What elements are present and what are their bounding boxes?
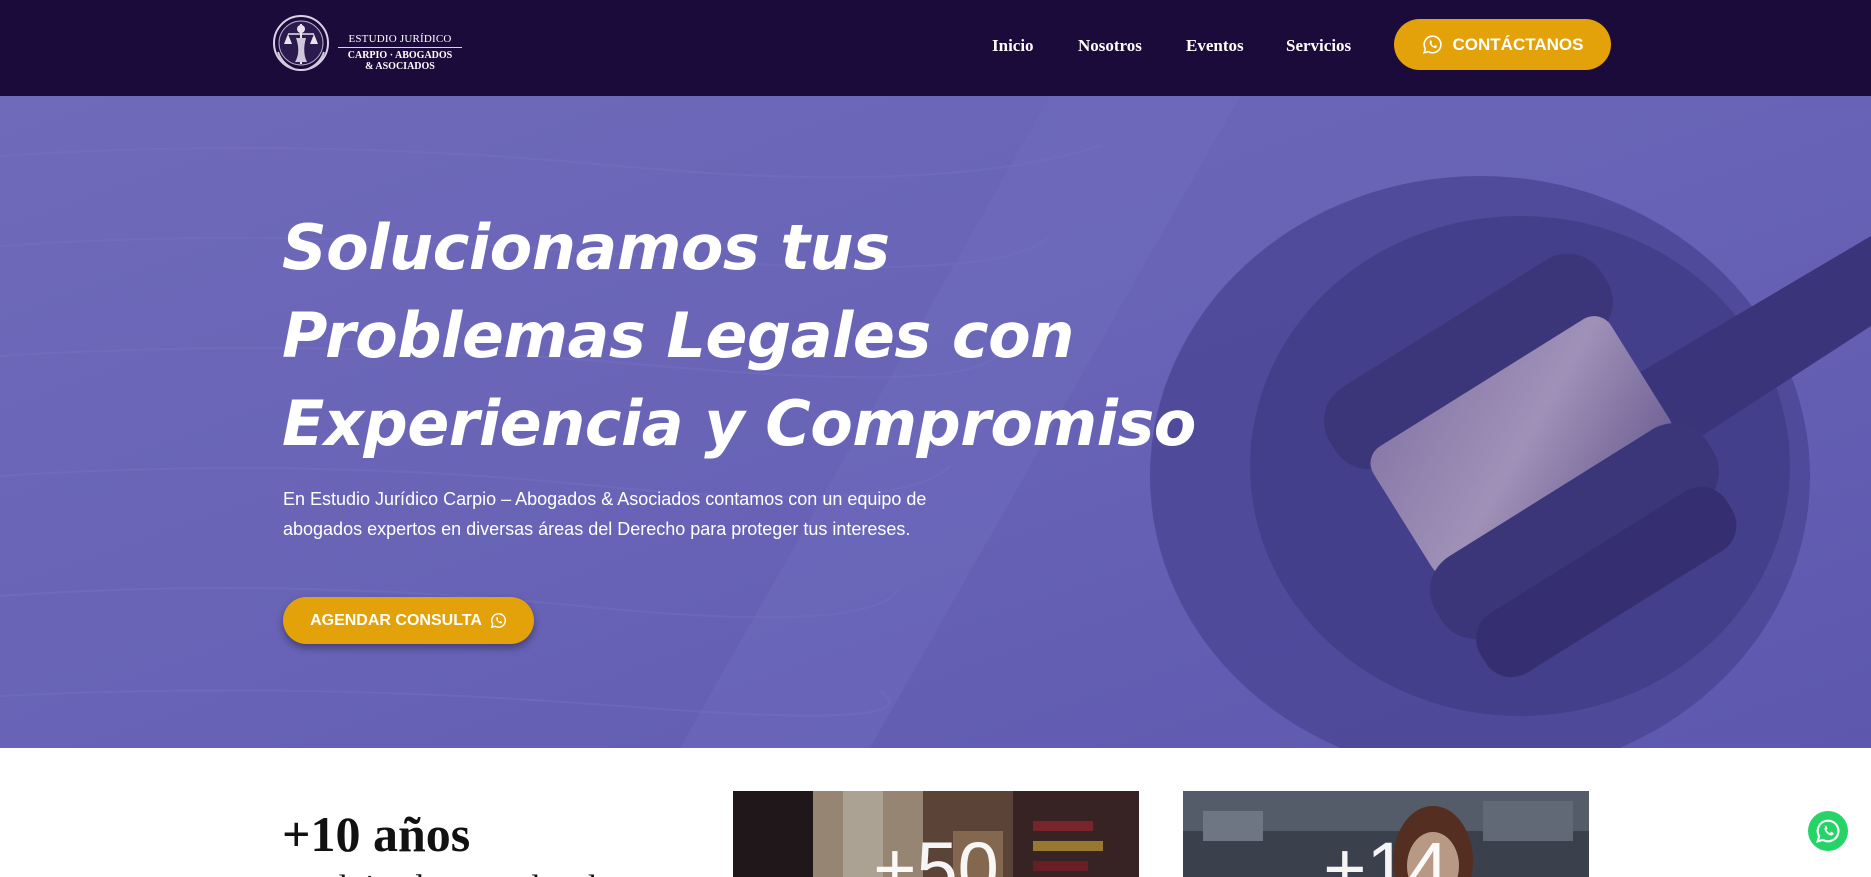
- nav-item-nosotros[interactable]: Nosotros: [1078, 34, 1142, 58]
- hero-title-line: Solucionamos tus: [282, 211, 890, 284]
- logo-divider: [338, 47, 462, 48]
- floating-whatsapp-button[interactable]: [1808, 811, 1848, 851]
- nav-item-eventos[interactable]: Eventos: [1186, 34, 1244, 58]
- years-experience-subheading: resolviendo casos legales: [282, 868, 626, 877]
- hero-section: Solucionamos tus Problemas Legales con E…: [0, 96, 1871, 748]
- nav-item-inicio[interactable]: Inicio: [992, 34, 1034, 58]
- logo-line-2: CARPIO · ABOGADOS: [347, 50, 453, 61]
- logo-wordmark: ESTUDIO JURÍDICO CARPIO · ABOGADOS & ASO…: [338, 34, 462, 72]
- hero-title-line: Problemas Legales con: [282, 299, 1074, 372]
- logo-line-3: & ASOCIADOS: [365, 61, 435, 72]
- logo[interactable]: ESTUDIO JURÍDICO CARPIO · ABOGADOS & ASO…: [272, 12, 462, 78]
- contact-button[interactable]: CONTÁCTANOS: [1394, 19, 1611, 70]
- stat-card-value: +14: [1323, 827, 1449, 877]
- schedule-consultation-label: AGENDAR CONSULTA: [310, 611, 482, 629]
- hero-title-line: Experiencia y Compromiso: [282, 387, 1196, 460]
- contact-button-label: CONTÁCTANOS: [1452, 34, 1584, 54]
- stats-section: +10 años resolviendo casos legales +50: [0, 748, 1871, 877]
- hero-title: Solucionamos tus Problemas Legales con E…: [282, 204, 1196, 468]
- stat-card-cases: +50: [733, 791, 1139, 877]
- stat-card-value: +50: [873, 827, 999, 877]
- schedule-consultation-button[interactable]: AGENDAR CONSULTA: [283, 597, 534, 644]
- whatsapp-icon: [1816, 819, 1840, 843]
- whatsapp-icon: [490, 613, 506, 629]
- nav-item-servicios[interactable]: Servicios: [1286, 34, 1351, 58]
- hero-description: En Estudio Jurídico Carpio – Abogados & …: [283, 489, 927, 539]
- stat-card-lawyers: +14: [1183, 791, 1589, 877]
- whatsapp-icon: [1422, 35, 1442, 54]
- site-header: ESTUDIO JURÍDICO CARPIO · ABOGADOS & ASO…: [0, 0, 1871, 96]
- lady-justice-emblem: [273, 15, 329, 71]
- years-experience-heading: +10 años: [282, 806, 471, 862]
- logo-line-1: ESTUDIO JURÍDICO: [348, 33, 452, 45]
